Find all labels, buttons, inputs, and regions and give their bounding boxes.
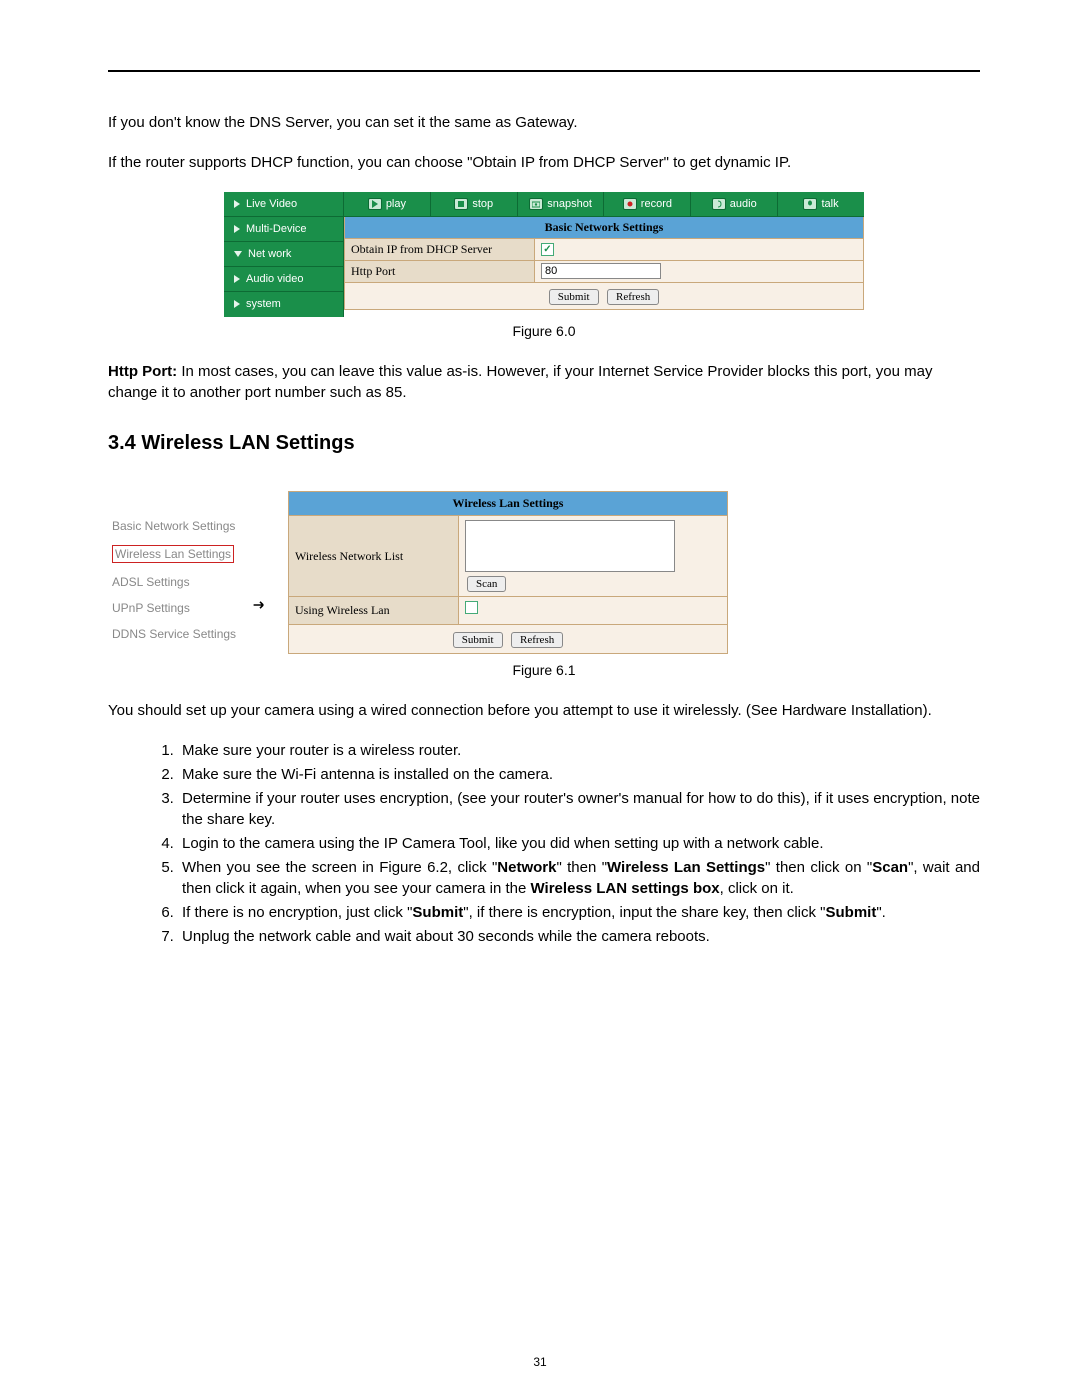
toolbar-button-label: stop <box>472 198 493 210</box>
section-3-4-heading: 3.4 Wireless LAN Settings <box>108 432 980 455</box>
figure60-toolbar: play stop snapshot record audio talk <box>344 192 864 217</box>
sidebar-item-label: system <box>246 298 281 310</box>
talk-button[interactable]: talk <box>778 192 864 216</box>
play-icon <box>368 198 382 210</box>
intro-paragraph-2: If the router supports DHCP function, yo… <box>108 152 980 174</box>
chevron-right-icon <box>234 300 240 308</box>
submit-button-61[interactable]: Submit <box>453 632 503 648</box>
submenu-item-adsl-settings[interactable]: ADSL Settings <box>112 575 252 589</box>
toolbar-button-label: audio <box>730 198 757 210</box>
wired-connection-paragraph: You should set up your camera using a wi… <box>108 700 980 722</box>
step-item: Make sure the Wi-Fi antenna is installed… <box>178 764 980 785</box>
step-item: When you see the screen in Figure 6.2, c… <box>178 857 980 899</box>
figure-6-0-caption: Figure 6.0 <box>108 323 980 339</box>
sidebar-item-label: Live Video <box>246 198 297 210</box>
using-wireless-lan-label: Using Wireless Lan <box>289 597 459 624</box>
snapshot-button[interactable]: snapshot <box>518 192 605 216</box>
sidebar-item-label: Audio video <box>246 273 304 285</box>
sidebar-item-multi-device[interactable]: Multi-Device <box>224 217 343 242</box>
toolbar-button-label: snapshot <box>547 198 592 210</box>
submenu-item-upnp-settings[interactable]: UPnP Settings <box>112 601 252 615</box>
stop-icon <box>454 198 468 210</box>
dhcp-row-label: Obtain IP from DHCP Server <box>345 239 535 260</box>
step-item: Make sure your router is a wireless rout… <box>178 740 980 761</box>
step-item: Login to the camera using the IP Camera … <box>178 833 980 854</box>
chevron-right-icon <box>234 275 240 283</box>
network-submenu: Basic Network Settings Wireless Lan Setti… <box>112 491 252 641</box>
sidebar-item-audio-video[interactable]: Audio video <box>224 267 343 292</box>
audio-button[interactable]: audio <box>691 192 778 216</box>
dhcp-checkbox[interactable]: ✓ <box>541 243 554 256</box>
scan-button[interactable]: Scan <box>467 576 506 592</box>
play-button[interactable]: play <box>344 192 431 216</box>
stop-button[interactable]: stop <box>431 192 518 216</box>
toolbar-button-label: record <box>641 198 672 210</box>
talk-icon <box>803 198 817 210</box>
horizontal-rule <box>108 70 980 72</box>
toolbar-button-label: play <box>386 198 406 210</box>
refresh-button-61[interactable]: Refresh <box>511 632 563 648</box>
http-port-paragraph: Http Port: In most cases, you can leave … <box>108 361 980 405</box>
sidebar-item-label: Multi-Device <box>246 223 307 235</box>
sidebar-item-live-video[interactable]: Live Video <box>224 192 343 217</box>
figure-6-1-caption: Figure 6.1 <box>108 662 980 678</box>
submit-button[interactable]: Submit <box>549 289 599 305</box>
intro-paragraph-1: If you don't know the DNS Server, you ca… <box>108 112 980 134</box>
figure-6-0: Live Video Multi-Device Net work Audio vide… <box>224 192 864 317</box>
record-button[interactable]: record <box>604 192 691 216</box>
arrow-icon <box>252 599 268 611</box>
wireless-network-list-label: Wireless Network List <box>289 516 459 596</box>
chevron-right-icon <box>234 225 240 233</box>
chevron-down-icon <box>234 251 242 257</box>
http-port-rest: In most cases, you can leave this value … <box>108 363 933 402</box>
http-port-row-label: Http Port <box>345 261 535 282</box>
basic-network-settings-panel: Basic Network Settings Obtain IP from DH… <box>344 217 864 310</box>
snapshot-icon <box>529 198 543 210</box>
toolbar-button-label: talk <box>821 198 838 210</box>
setup-steps-list: Make sure your router is a wireless rout… <box>178 740 980 947</box>
refresh-button[interactable]: Refresh <box>607 289 659 305</box>
panel-header: Basic Network Settings <box>345 217 863 239</box>
wireless-lan-settings-panel: Wireless Lan Settings Wireless Network L… <box>288 491 728 654</box>
sidebar-item-label: Net work <box>248 248 291 260</box>
chevron-right-icon <box>234 200 240 208</box>
figure60-sidebar: Live Video Multi-Device Net work Audio vide… <box>224 192 344 317</box>
http-port-lead: Http Port: <box>108 363 181 380</box>
panel61-header: Wireless Lan Settings <box>289 492 727 516</box>
using-wireless-lan-checkbox[interactable]: ✓ <box>465 601 478 614</box>
submenu-item-basic-network-settings[interactable]: Basic Network Settings <box>112 519 252 533</box>
step-item: Determine if your router uses encryption… <box>178 788 980 830</box>
step-item: Unplug the network cable and wait about … <box>178 926 980 947</box>
sidebar-item-system[interactable]: system <box>224 292 343 317</box>
page-number: 31 <box>0 1355 1080 1369</box>
submenu-item-ddns-service-settings[interactable]: DDNS Service Settings <box>112 627 252 641</box>
record-icon <box>623 198 637 210</box>
step-item: If there is no encryption, just click "S… <box>178 902 980 923</box>
http-port-input[interactable] <box>541 263 661 279</box>
wireless-network-listbox[interactable] <box>465 520 675 572</box>
sidebar-item-net-work[interactable]: Net work <box>224 242 343 267</box>
audio-icon <box>712 198 726 210</box>
submenu-item-wireless-lan-settings[interactable]: Wireless Lan Settings <box>112 545 234 563</box>
figure-6-1: Basic Network Settings Wireless Lan Setti… <box>112 491 980 654</box>
